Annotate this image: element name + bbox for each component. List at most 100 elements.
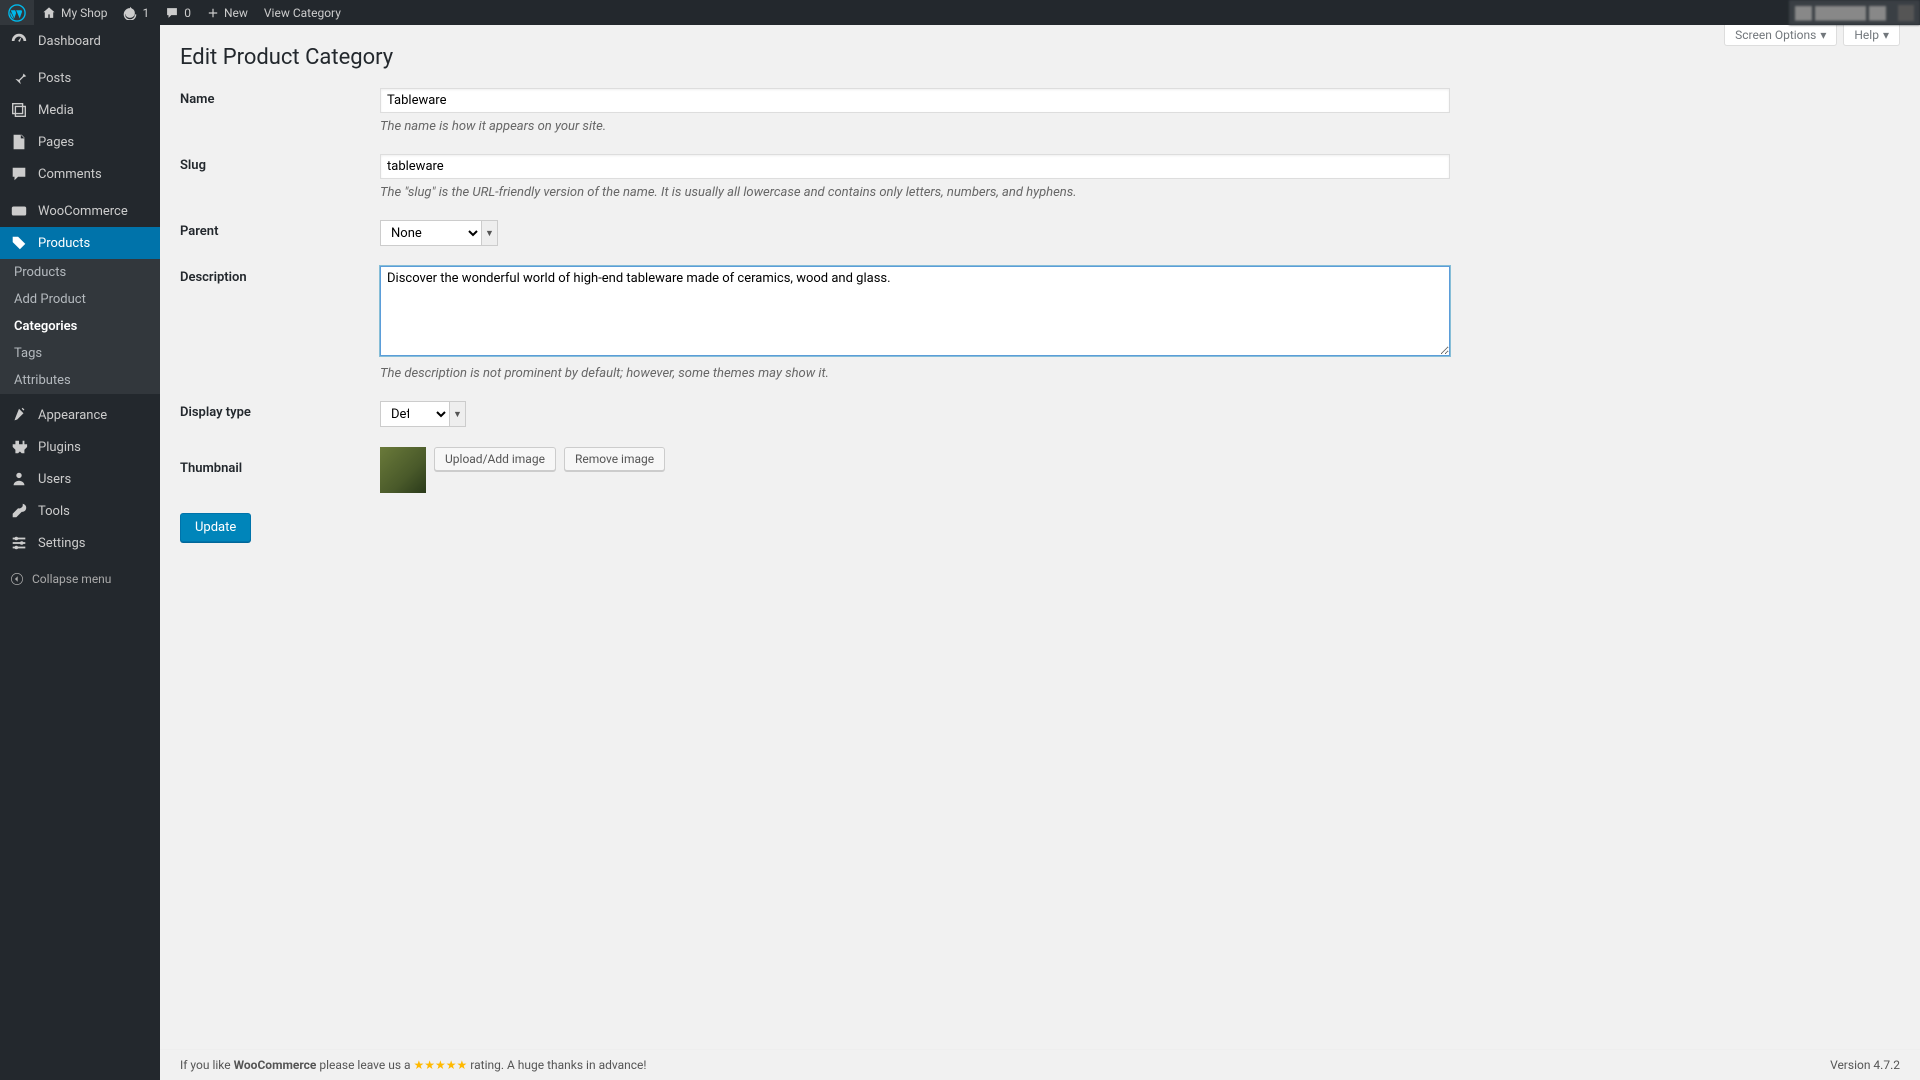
- new-label: New: [224, 6, 248, 20]
- updates-count: 1: [142, 6, 149, 20]
- sidebar-item-label: Settings: [38, 536, 85, 551]
- user-account[interactable]: ██ ██████ ██: [1789, 0, 1920, 25]
- wordpress-icon: [8, 4, 26, 22]
- users-icon: [10, 470, 28, 488]
- sidebar-item-label: Plugins: [38, 440, 81, 455]
- description-textarea[interactable]: [380, 266, 1450, 356]
- rating-stars[interactable]: ★★★★★: [414, 1058, 468, 1072]
- products-icon: [10, 234, 28, 252]
- settings-icon: [10, 534, 28, 552]
- footer-version: Version 4.7.2: [1830, 1058, 1900, 1072]
- description-hint: The description is not prominent by defa…: [380, 366, 1450, 381]
- screen-options-tab[interactable]: Screen Options ▾: [1724, 25, 1837, 46]
- plus-icon: [207, 7, 219, 19]
- comment-icon: [10, 165, 28, 183]
- sidebar-item-comments[interactable]: Comments: [0, 158, 160, 190]
- chevron-down-icon: ▼: [481, 221, 497, 245]
- new-content-link[interactable]: New: [199, 0, 256, 25]
- remove-image-button[interactable]: Remove image: [564, 447, 665, 471]
- sidebar-item-media[interactable]: Media: [0, 94, 160, 126]
- submenu-attributes[interactable]: Attributes: [0, 367, 160, 394]
- collapse-label: Collapse menu: [32, 572, 111, 586]
- sidebar-item-products[interactable]: Products: [0, 227, 160, 259]
- parent-label: Parent: [180, 220, 380, 239]
- name-label: Name: [180, 88, 380, 107]
- sidebar-item-plugins[interactable]: Plugins: [0, 431, 160, 463]
- screen-options-label: Screen Options: [1735, 28, 1816, 42]
- sidebar-item-label: Posts: [38, 71, 71, 86]
- products-submenu: Products Add Product Categories Tags Att…: [0, 259, 160, 394]
- screen-meta: Screen Options ▾ Help ▾: [1724, 25, 1900, 46]
- update-icon: [123, 6, 137, 20]
- sidebar-item-label: Comments: [38, 167, 102, 182]
- display-type-select-inner[interactable]: Default: [381, 402, 449, 426]
- sidebar-item-label: Users: [38, 472, 71, 487]
- sidebar-item-label: WooCommerce: [38, 204, 128, 219]
- comment-icon: [165, 6, 179, 20]
- display-type-select[interactable]: Default ▼: [380, 401, 466, 427]
- sidebar-item-users[interactable]: Users: [0, 463, 160, 495]
- sidebar-item-label: Dashboard: [38, 34, 101, 49]
- submenu-tags[interactable]: Tags: [0, 340, 160, 367]
- page-icon: [10, 133, 28, 151]
- sidebar-item-label: Appearance: [38, 408, 107, 423]
- collapse-menu[interactable]: Collapse menu: [0, 564, 160, 594]
- main-content: Screen Options ▾ Help ▾ Edit Product Cat…: [160, 25, 1920, 1080]
- sidebar-item-label: Media: [38, 103, 74, 118]
- chevron-down-icon: ▾: [1883, 28, 1889, 42]
- slug-input[interactable]: [380, 154, 1450, 179]
- parent-select[interactable]: None ▼: [380, 220, 498, 246]
- thumbnail-preview: [380, 447, 426, 493]
- sidebar-item-appearance[interactable]: Appearance: [0, 399, 160, 431]
- sidebar-item-tools[interactable]: Tools: [0, 495, 160, 527]
- sidebar-item-settings[interactable]: Settings: [0, 527, 160, 559]
- page-title: Edit Product Category: [180, 45, 1900, 70]
- pin-icon: [10, 69, 28, 87]
- updates-link[interactable]: 1: [115, 0, 157, 25]
- avatar: [1898, 5, 1914, 21]
- submenu-add-product[interactable]: Add Product: [0, 286, 160, 313]
- admin-bar: My Shop 1 0 New View Category ██ ██████ …: [0, 0, 1920, 25]
- name-hint: The name is how it appears on your site.: [380, 119, 1450, 134]
- admin-footer: If you like WooCommerce please leave us …: [160, 1049, 1920, 1080]
- dashboard-icon: [10, 32, 28, 50]
- sidebar-item-dashboard[interactable]: Dashboard: [0, 25, 160, 57]
- description-label: Description: [180, 266, 380, 285]
- thumbnail-label: Thumbnail: [180, 447, 380, 476]
- home-icon: [42, 6, 56, 20]
- parent-select-inner[interactable]: None: [381, 221, 481, 245]
- view-label: View Category: [264, 6, 341, 20]
- sidebar-item-posts[interactable]: Posts: [0, 62, 160, 94]
- sidebar-item-label: Products: [38, 236, 90, 251]
- view-category-link[interactable]: View Category: [256, 0, 349, 25]
- wp-logo[interactable]: [0, 0, 34, 25]
- sidebar-item-label: Tools: [38, 504, 70, 519]
- sidebar-item-woocommerce[interactable]: WooCommerce: [0, 195, 160, 227]
- slug-label: Slug: [180, 154, 380, 173]
- comments-link[interactable]: 0: [157, 0, 199, 25]
- chevron-down-icon: ▾: [1820, 28, 1826, 42]
- submenu-products[interactable]: Products: [0, 259, 160, 286]
- collapse-icon: [10, 572, 24, 586]
- update-button[interactable]: Update: [180, 513, 251, 542]
- submenu-categories[interactable]: Categories: [0, 313, 160, 340]
- sidebar-item-pages[interactable]: Pages: [0, 126, 160, 158]
- tools-icon: [10, 502, 28, 520]
- upload-image-button[interactable]: Upload/Add image: [434, 447, 556, 471]
- footer-thanks: If you like WooCommerce please leave us …: [180, 1058, 646, 1072]
- display-type-label: Display type: [180, 401, 380, 420]
- site-name: My Shop: [61, 6, 107, 20]
- name-input[interactable]: [380, 88, 1450, 113]
- comments-count: 0: [184, 6, 191, 20]
- chevron-down-icon: ▼: [449, 402, 465, 426]
- media-icon: [10, 101, 28, 119]
- user-greeting: ██ ██████ ██: [1795, 6, 1886, 20]
- site-link[interactable]: My Shop: [34, 0, 115, 25]
- sidebar-item-label: Pages: [38, 135, 74, 150]
- slug-hint: The "slug" is the URL-friendly version o…: [380, 185, 1450, 200]
- woocommerce-icon: [10, 202, 28, 220]
- appearance-icon: [10, 406, 28, 424]
- help-tab[interactable]: Help ▾: [1843, 25, 1900, 46]
- help-label: Help: [1854, 28, 1879, 42]
- plugin-icon: [10, 438, 28, 456]
